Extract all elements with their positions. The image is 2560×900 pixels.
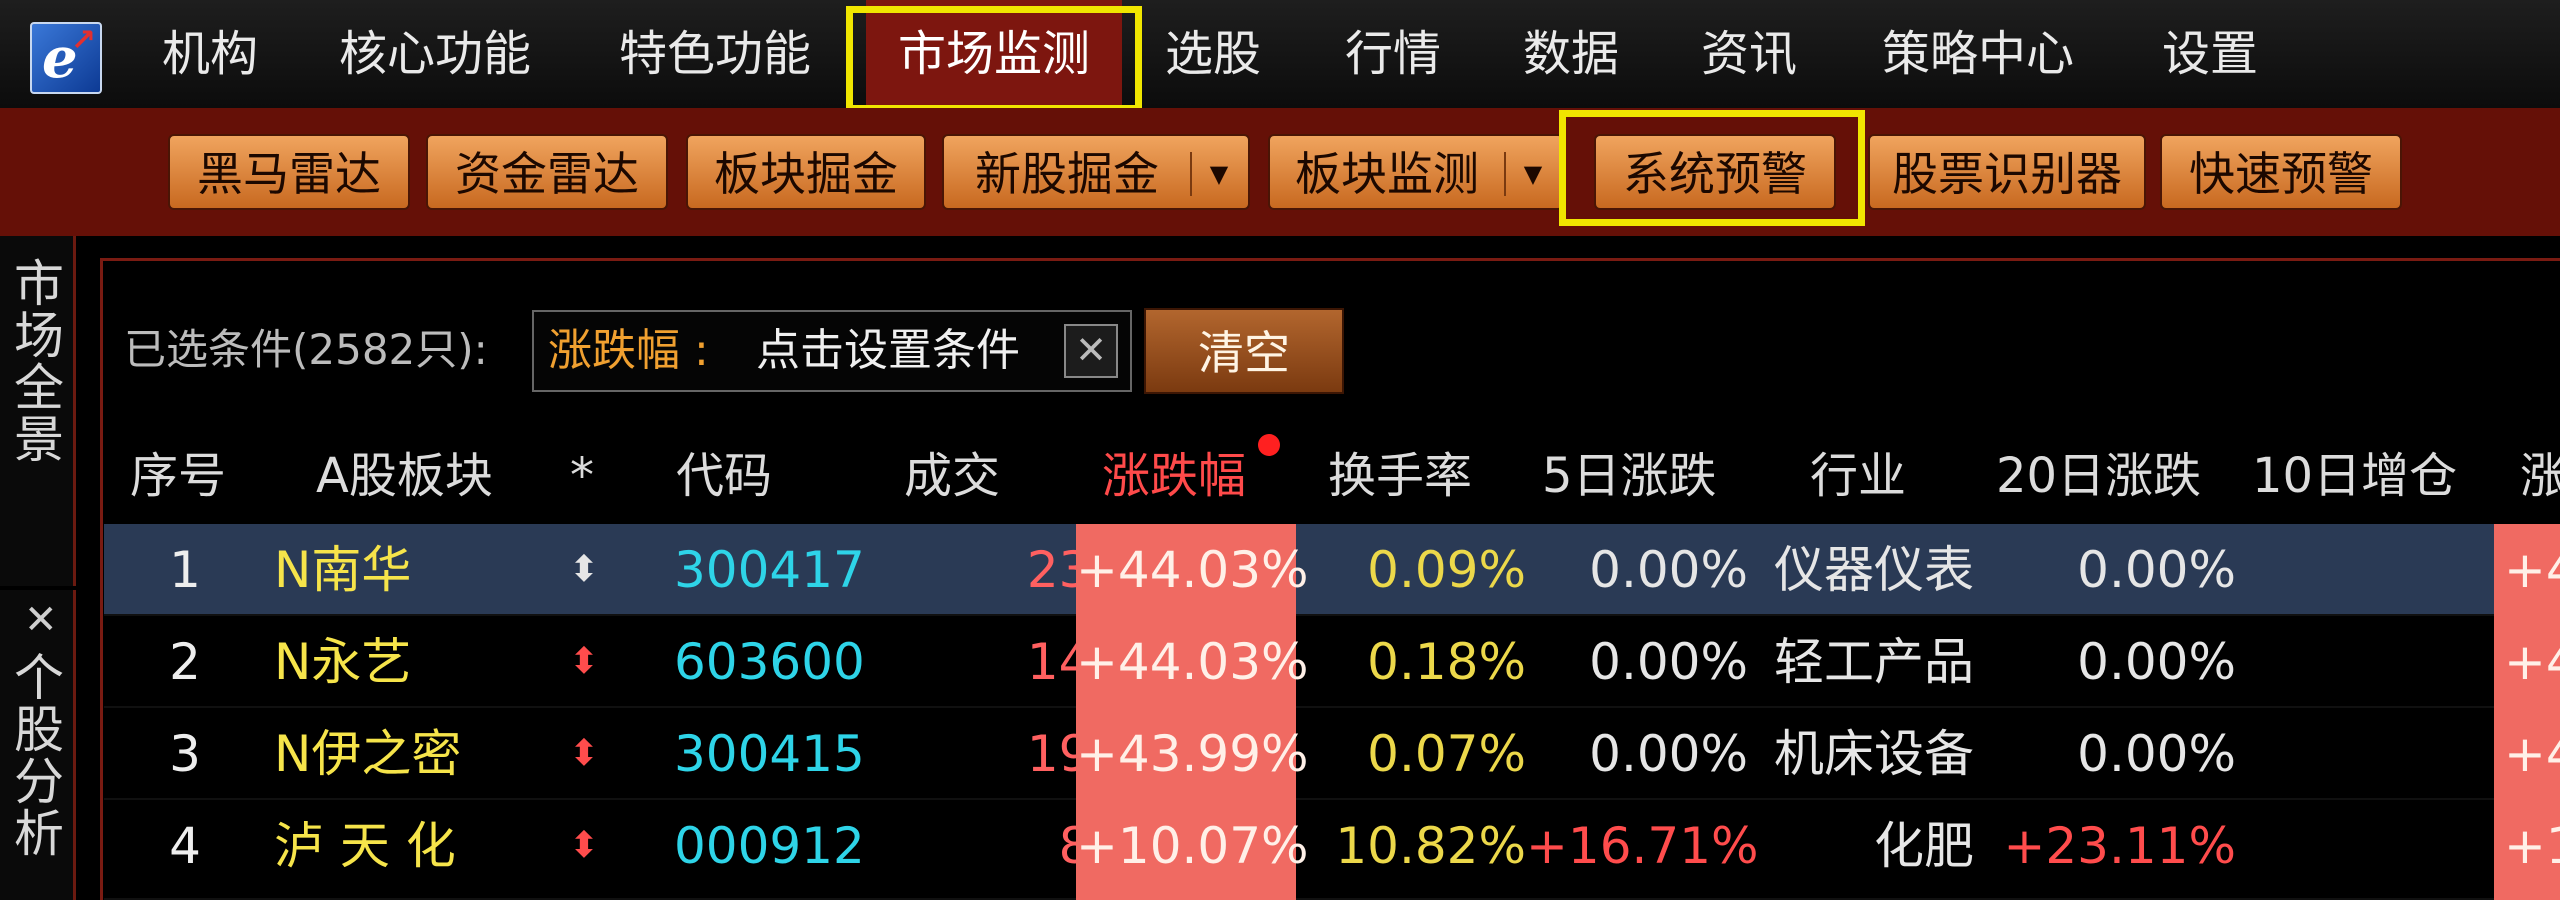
table-row[interactable]: 4 泸 天 化 ⬍ 000912 8.31 +10.07% 10.82% +16… (104, 800, 2560, 900)
cell-turnover: 10.82% (1335, 817, 1526, 875)
set-condition-hint[interactable]: 点击设置条件 (756, 312, 1020, 390)
cell-truncated: +1 (2494, 800, 2560, 900)
up-down-arrow-icon: ⬍ (568, 549, 600, 590)
cell-seq: 4 (169, 817, 201, 875)
column-header-star[interactable]: * (570, 430, 594, 522)
sort-indicator-dot-icon (1258, 434, 1280, 456)
up-down-arrow-icon: ⬍ (568, 825, 600, 866)
cell-seq: 1 (169, 541, 201, 599)
chevron-down-icon[interactable]: ▼ (1518, 136, 1548, 208)
close-box-icon[interactable]: ✕ (1064, 324, 1118, 378)
cell-seq: 2 (169, 633, 201, 691)
column-header-position-10d[interactable]: 10日增仓 (2252, 430, 2457, 522)
dropdown-separator (1190, 152, 1192, 196)
column-header-turnover[interactable]: 换手率 (1328, 430, 1472, 522)
side-tab-stock-label: 个股分析 (14, 649, 64, 863)
clear-conditions-button[interactable]: 清空 (1144, 308, 1344, 394)
sector-monitor-button[interactable]: 板块监测 ▼ (1268, 134, 1564, 210)
side-tab-market-label: 市场全景 (14, 255, 64, 469)
cell-change-20d: 0.00% (2077, 725, 2236, 783)
condition-chip[interactable]: 涨跌幅 : 点击设置条件 ✕ (532, 310, 1132, 392)
dropdown-separator (1504, 152, 1506, 196)
close-icon[interactable]: ✕ (24, 600, 58, 640)
dark-horse-radar-button[interactable]: 黑马雷达 (168, 134, 410, 210)
column-header-change-5d[interactable]: 5日涨跌 (1542, 430, 1717, 522)
table-row[interactable]: 3 N伊之密 ⬍ 300415 19.18 +43.99% 0.07% 0.00… (104, 708, 2560, 800)
cell-change: +44.03% (1076, 524, 1309, 616)
menu-item-institution[interactable]: 机构 (140, 0, 280, 108)
menu-item-quotes[interactable]: 行情 (1330, 0, 1456, 108)
cell-name[interactable]: 泸 天 化 (274, 800, 514, 892)
cell-turnover: 0.18% (1367, 633, 1526, 691)
cell-industry: 仪器仪表 (1774, 541, 1974, 599)
side-tab-market-overview[interactable]: 市场全景 (0, 236, 76, 586)
up-down-arrow-icon: ⬍ (568, 641, 600, 682)
table-header: 序号 A股板块 * 代码 成交 涨跌幅 换手率 5日涨跌 行业 20日涨跌 10… (104, 430, 2560, 522)
cell-seq: 3 (169, 725, 201, 783)
sector-mining-button[interactable]: 板块掘金 (686, 134, 926, 210)
cell-truncated: +4 (2494, 616, 2560, 708)
cell-code[interactable]: 300415 (674, 708, 894, 800)
cell-name[interactable]: N南华 (274, 524, 514, 616)
cell-truncated: +4 (2494, 524, 2560, 616)
cell-change-5d: +16.71% (1526, 817, 1759, 875)
cell-change-5d: 0.00% (1589, 541, 1748, 599)
cell-change-5d: 0.00% (1589, 633, 1748, 691)
cell-change-20d: +23.11% (2003, 817, 2236, 875)
column-header-truncated[interactable]: 涨 (2520, 430, 2560, 522)
condition-separator: : (694, 325, 709, 376)
quick-alert-button[interactable]: 快速预警 (2160, 134, 2402, 210)
condition-field-label: 涨跌幅 (548, 325, 680, 376)
system-alert-button[interactable]: 系统预警 (1594, 134, 1836, 210)
up-down-arrow-icon: ⬍ (568, 733, 600, 774)
chevron-down-icon[interactable]: ▼ (1204, 136, 1234, 208)
cell-change-5d: 0.00% (1589, 725, 1748, 783)
cell-change-20d: 0.00% (2077, 541, 2236, 599)
cell-code[interactable]: 000912 (674, 800, 894, 892)
capital-radar-button[interactable]: 资金雷达 (426, 134, 668, 210)
menu-item-news[interactable]: 资讯 (1686, 0, 1812, 108)
side-tab-stock-analysis[interactable]: ✕ 个股分析 (0, 590, 76, 900)
sector-monitor-label: 板块监测 (1295, 147, 1479, 201)
table-row[interactable]: 1 N南华 ⬍ 300417 23.16 +44.03% 0.09% 0.00%… (104, 524, 2560, 616)
stock-identifier-button[interactable]: 股票识别器 (1868, 134, 2146, 210)
column-header-change-pct[interactable]: 涨跌幅 (1102, 430, 1246, 522)
column-header-change-20d[interactable]: 20日涨跌 (1996, 430, 2201, 522)
cell-code[interactable]: 300417 (674, 524, 894, 616)
new-stock-mining-button[interactable]: 新股掘金 ▼ (942, 134, 1250, 210)
menu-item-feature-functions[interactable]: 特色功能 (600, 0, 830, 108)
menu-item-stock-picking[interactable]: 选股 (1150, 0, 1276, 108)
cell-name[interactable]: N永艺 (274, 616, 514, 708)
menu-item-core-functions[interactable]: 核心功能 (320, 0, 550, 108)
cell-turnover: 0.09% (1367, 541, 1526, 599)
cell-industry: 轻工产品 (1774, 633, 1974, 691)
column-header-sector[interactable]: A股板块 (316, 430, 493, 522)
cell-change: +43.99% (1076, 708, 1309, 800)
cell-change: +10.07% (1076, 800, 1309, 900)
cell-truncated: +4 (2494, 708, 2560, 800)
column-header-industry[interactable]: 行业 (1810, 430, 1906, 522)
cell-change: +44.03% (1076, 616, 1309, 708)
selected-conditions-label: 已选条件(2582只): (124, 325, 488, 374)
column-header-volume[interactable]: 成交 (904, 430, 1000, 522)
cell-code[interactable]: 603600 (674, 616, 894, 708)
condition-field-name: 涨跌幅 : (548, 312, 709, 390)
logo-arrow-icon: ↗ (70, 23, 96, 58)
menu-item-settings[interactable]: 设置 (2140, 0, 2280, 108)
cell-industry: 机床设备 (1774, 725, 1974, 783)
column-header-code[interactable]: 代码 (676, 430, 772, 522)
table-row[interactable]: 2 N永艺 ⬍ 603600 14.72 +44.03% 0.18% 0.00%… (104, 616, 2560, 708)
cell-name[interactable]: N伊之密 (274, 708, 514, 800)
menu-bar: e ↗ 机构 核心功能 特色功能 市场监测 选股 行情 数据 资讯 策略中心 设… (0, 0, 2560, 108)
cell-turnover: 0.07% (1367, 725, 1526, 783)
menu-item-data[interactable]: 数据 (1508, 0, 1634, 108)
menu-item-strategy-center[interactable]: 策略中心 (1860, 0, 2096, 108)
app-logo-e-icon[interactable]: e ↗ (30, 22, 102, 94)
cell-change-20d: 0.00% (2077, 633, 2236, 691)
new-stock-mining-label: 新股掘金 (975, 147, 1159, 201)
column-header-seq[interactable]: 序号 (130, 430, 226, 522)
menu-item-market-monitor[interactable]: 市场监测 (866, 0, 1122, 108)
function-toolbar: 黑马雷达 资金雷达 板块掘金 新股掘金 ▼ 板块监测 ▼ 系统预警 股票识别器 … (0, 108, 2560, 236)
cell-industry: 化肥 (1874, 817, 1974, 875)
